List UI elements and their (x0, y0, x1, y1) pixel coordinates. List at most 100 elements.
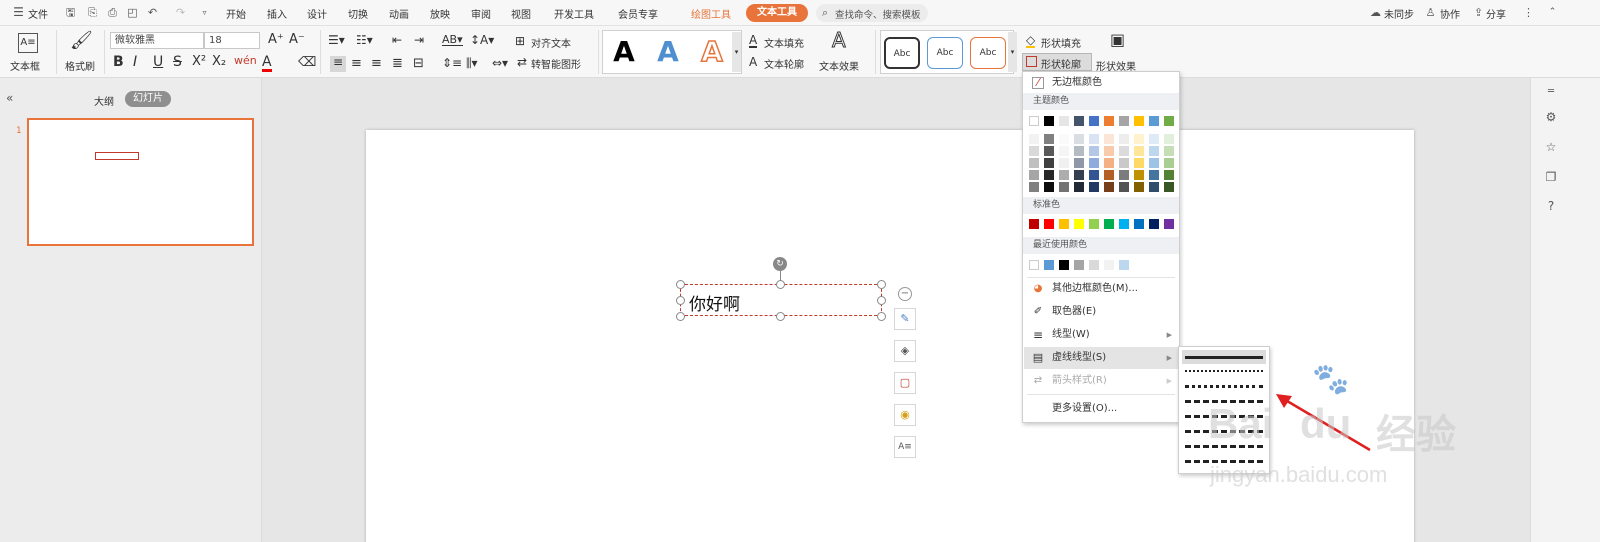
color-swatch[interactable] (1074, 116, 1084, 126)
columns-icon[interactable]: ⫼▾ (466, 57, 478, 69)
color-swatch[interactable] (1059, 158, 1069, 168)
sync-status[interactable]: 未同步 (1384, 6, 1414, 21)
color-swatch[interactable] (1119, 116, 1129, 126)
tab-view[interactable]: 视图 (511, 6, 531, 21)
shape-outline-button[interactable]: 形状轮廓 (1022, 53, 1092, 71)
no-border-item[interactable]: ⁄ 无边框颜色 (1024, 73, 1180, 93)
help-icon[interactable]: ? (1543, 198, 1559, 214)
wordart-gallery[interactable]: A A A (602, 30, 742, 74)
resize-handle[interactable] (877, 296, 886, 305)
strikethrough-icon[interactable]: S (173, 55, 182, 69)
tab-drawing-tools[interactable]: 绘图工具 (691, 6, 731, 21)
quick-style-icon[interactable]: ✎ (894, 308, 916, 330)
color-swatch[interactable] (1089, 182, 1099, 192)
color-swatch[interactable] (1074, 170, 1084, 180)
color-swatch[interactable] (1104, 134, 1114, 144)
font-size-combo[interactable]: 18 (204, 32, 260, 49)
file-menu[interactable]: 文件 (28, 6, 48, 21)
color-swatch[interactable] (1089, 116, 1099, 126)
text-effect-button[interactable]: 文本效果 (819, 58, 859, 73)
color-swatch[interactable] (1149, 170, 1159, 180)
text-direction-icon[interactable]: AB▾ (442, 34, 463, 46)
color-swatch[interactable] (1164, 219, 1174, 229)
color-swatch[interactable] (1044, 170, 1054, 180)
shape-style-blue[interactable]: Abc (927, 37, 963, 69)
wordart-style-black[interactable]: A (605, 33, 643, 71)
color-swatch[interactable] (1029, 260, 1039, 270)
quick-fill-icon[interactable]: ◈ (894, 340, 916, 362)
color-swatch[interactable] (1044, 146, 1054, 156)
customize-icon[interactable]: ▿ (198, 6, 211, 19)
more-colors-item[interactable]: ◕ 其他边框颜色(M)... (1024, 278, 1180, 300)
bold-icon[interactable]: B (113, 55, 124, 69)
color-swatch[interactable] (1119, 158, 1129, 168)
color-swatch[interactable] (1134, 146, 1144, 156)
color-swatch[interactable] (1029, 116, 1039, 126)
numbering-icon[interactable]: ☷▾ (356, 34, 373, 46)
align-text-icon[interactable]: ⊞ (515, 35, 525, 47)
quick-outline-icon[interactable]: ▢ (894, 372, 916, 394)
align-text-button[interactable]: 对齐文本 (531, 35, 571, 50)
text-outline-button[interactable]: 文本轮廓 (764, 56, 804, 71)
color-swatch[interactable] (1134, 116, 1144, 126)
shape-effect-icon[interactable]: ▣ (1110, 32, 1125, 48)
tab-design[interactable]: 设计 (307, 6, 327, 21)
more-settings-item[interactable]: 更多设置(O)... (1024, 398, 1180, 420)
color-swatch[interactable] (1029, 134, 1039, 144)
color-swatch[interactable] (1089, 158, 1099, 168)
tab-text-tools[interactable]: 文本工具 (746, 4, 808, 22)
collab-button[interactable]: 协作 (1440, 6, 1460, 21)
resize-handle[interactable] (877, 312, 886, 321)
color-swatch[interactable] (1164, 158, 1174, 168)
collab-user-icon[interactable]: ♙ (1424, 6, 1437, 19)
color-swatch[interactable] (1029, 158, 1039, 168)
color-swatch[interactable] (1029, 146, 1039, 156)
color-swatch[interactable] (1134, 158, 1144, 168)
subscript-icon[interactable]: X₂ (212, 55, 226, 68)
color-swatch[interactable] (1029, 170, 1039, 180)
tab-insert[interactable]: 插入 (267, 6, 287, 21)
align-right-icon[interactable]: ≡ (371, 57, 382, 70)
color-swatch[interactable] (1149, 182, 1159, 192)
color-swatch[interactable] (1119, 134, 1129, 144)
smart-shape-button[interactable]: 转智能图形 (531, 56, 581, 71)
color-swatch[interactable] (1104, 182, 1114, 192)
color-swatch[interactable] (1104, 158, 1114, 168)
share-button[interactable]: 分享 (1486, 6, 1506, 21)
color-swatch[interactable] (1134, 170, 1144, 180)
color-swatch[interactable] (1149, 116, 1159, 126)
resize-handle[interactable] (877, 280, 886, 289)
collapse-ribbon-icon[interactable]: ⌃ (1546, 6, 1559, 19)
color-swatch[interactable] (1149, 134, 1159, 144)
color-swatch[interactable] (1074, 182, 1084, 192)
tab-animation[interactable]: 动画 (389, 6, 409, 21)
font-color-icon[interactable]: A (262, 55, 272, 72)
share-icon[interactable]: ⇪ (1472, 6, 1485, 19)
quick-idea-icon[interactable]: ◉ (894, 404, 916, 426)
color-swatch[interactable] (1164, 182, 1174, 192)
shape-style-more-icon[interactable]: ▾ (1008, 32, 1017, 72)
color-swatch[interactable] (1134, 134, 1144, 144)
shape-fill-button[interactable]: 形状填充 (1041, 35, 1081, 50)
shape-style-orange[interactable]: Abc (970, 37, 1006, 69)
color-swatch[interactable] (1044, 158, 1054, 168)
undo-icon[interactable]: ↶ (146, 6, 159, 19)
italic-icon[interactable]: I (133, 55, 137, 69)
quick-text-icon[interactable]: A≡ (894, 436, 916, 458)
wordart-more-icon[interactable]: ▾ (732, 32, 741, 72)
color-swatch[interactable] (1059, 116, 1069, 126)
textbox-icon[interactable]: A≡ (18, 33, 38, 53)
color-swatch[interactable] (1089, 260, 1099, 270)
color-swatch[interactable] (1104, 170, 1114, 180)
shape-style-gallery[interactable]: Abc Abc Abc (880, 30, 1014, 74)
eyedropper-item[interactable]: ✐ 取色器(E) (1024, 301, 1180, 323)
color-swatch[interactable] (1119, 182, 1129, 192)
smart-shape-icon[interactable]: ⇄ (517, 56, 527, 68)
adjust-icon[interactable]: ⚙ (1543, 109, 1559, 125)
arrow-style-item[interactable]: ⇄ 箭头样式(R) ▶ (1024, 370, 1180, 392)
slide-thumbnail[interactable] (27, 118, 254, 246)
color-swatch[interactable] (1089, 134, 1099, 144)
wordart-style-outline[interactable]: A (693, 33, 731, 71)
color-swatch[interactable] (1044, 134, 1054, 144)
collapse-pane-icon[interactable]: « (6, 91, 13, 105)
